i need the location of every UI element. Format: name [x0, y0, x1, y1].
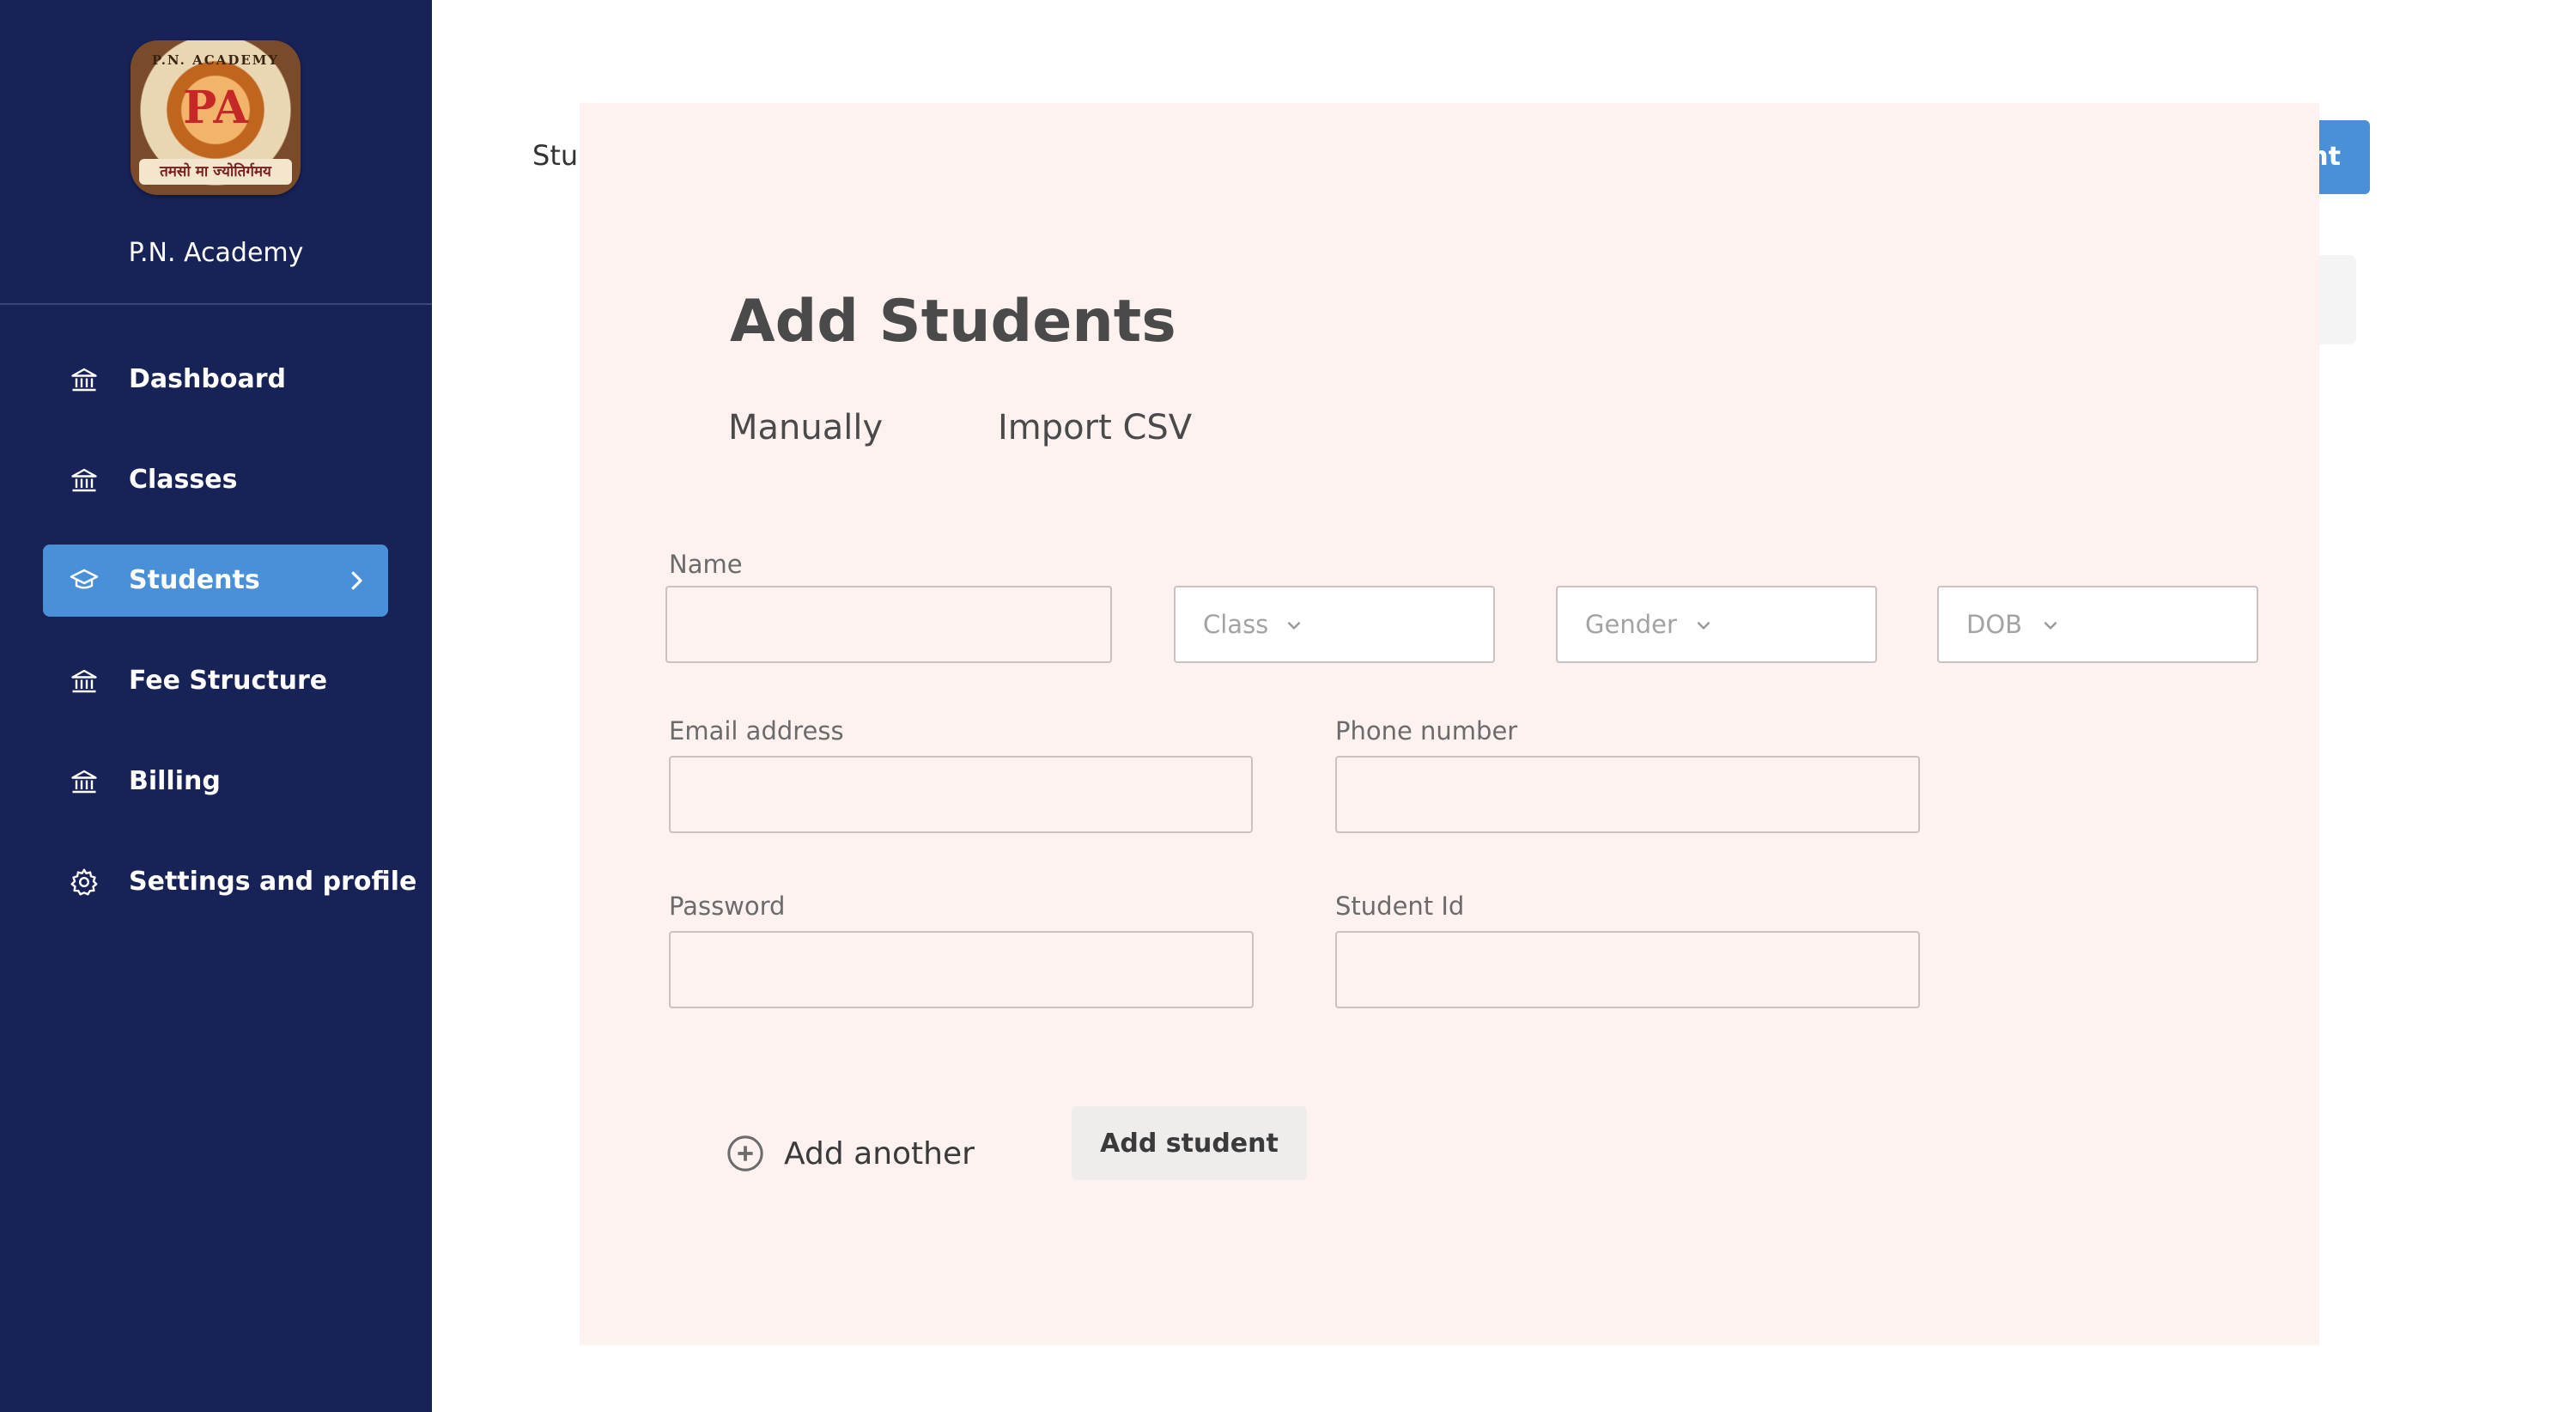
- graduation-cap-icon: [70, 569, 99, 589]
- logo-ring-text: P.N. ACADEMY: [151, 52, 280, 68]
- logo-motto: तमसो मा ज्योतिर्गमय: [139, 159, 292, 185]
- dob-select-value: DOB: [1966, 610, 2023, 639]
- sidebar-item-label: Settings and profile: [129, 867, 417, 897]
- phone-field[interactable]: [1335, 756, 1920, 833]
- add-another-button[interactable]: Add another: [726, 1125, 975, 1182]
- gender-select-value: Gender: [1585, 610, 1677, 639]
- sidebar-item-billing[interactable]: Billing: [43, 746, 388, 818]
- sidebar-item-dashboard[interactable]: Dashboard: [43, 344, 388, 416]
- chevron-down-icon: [1287, 622, 1301, 630]
- sidebar-divider: [0, 303, 432, 305]
- tab-import-csv[interactable]: Import CSV: [998, 408, 1192, 447]
- add-another-label: Add another: [784, 1135, 975, 1172]
- bank-icon: [71, 468, 97, 492]
- logo-monogram: PA: [183, 82, 248, 134]
- chevron-down-icon: [2044, 622, 2057, 630]
- name-label: Name: [669, 550, 743, 579]
- plus-circle-icon: [727, 1135, 763, 1172]
- sidebar-item-label: Fee Structure: [129, 666, 328, 696]
- class-select[interactable]: Class: [1174, 586, 1495, 663]
- gender-select[interactable]: Gender: [1556, 586, 1877, 663]
- sidebar: P.N. ACADEMY PA तमसो मा ज्योतिर्गमय P.N.…: [0, 0, 432, 1412]
- gear-icon: [70, 868, 98, 896]
- student-id-field[interactable]: [1335, 931, 1920, 1008]
- sidebar-item-classes[interactable]: Classes: [43, 444, 388, 516]
- name-input[interactable]: [665, 586, 1112, 663]
- sidebar-item-label: Students: [129, 565, 260, 595]
- bank-icon: [71, 770, 97, 794]
- modal-title: Add Students: [730, 288, 1176, 356]
- password-field[interactable]: [669, 931, 1254, 1008]
- dob-select[interactable]: DOB: [1937, 586, 2258, 663]
- sidebar-item-label: Classes: [129, 465, 238, 495]
- sidebar-item-students[interactable]: Students: [43, 545, 388, 617]
- class-select-value: Class: [1203, 610, 1269, 639]
- school-logo: P.N. ACADEMY PA तमसो मा ज्योतिर्गमय: [131, 40, 301, 195]
- sidebar-item-label: Dashboard: [129, 364, 286, 394]
- email-field[interactable]: [669, 756, 1253, 833]
- add-students-modal: Add Students Manually Import CSV Name Cl…: [580, 103, 2319, 1345]
- chevron-right-icon: [351, 571, 362, 590]
- bank-icon: [71, 368, 97, 392]
- password-label: Password: [669, 892, 786, 921]
- add-student-button[interactable]: Add student: [1072, 1106, 1307, 1180]
- bank-icon: [71, 669, 97, 693]
- sidebar-item-settings[interactable]: Settings and profile: [43, 846, 416, 918]
- sidebar-item-fee-structure[interactable]: Fee Structure: [43, 645, 388, 717]
- phone-label: Phone number: [1335, 716, 1518, 746]
- sidebar-item-label: Billing: [129, 766, 221, 796]
- email-label: Email address: [669, 716, 844, 746]
- school-name: P.N. Academy: [128, 238, 304, 268]
- chevron-down-icon: [1697, 622, 1710, 630]
- page-title: Stu: [532, 139, 579, 172]
- student-id-label: Student Id: [1335, 892, 1465, 921]
- tab-manually[interactable]: Manually: [728, 408, 883, 447]
